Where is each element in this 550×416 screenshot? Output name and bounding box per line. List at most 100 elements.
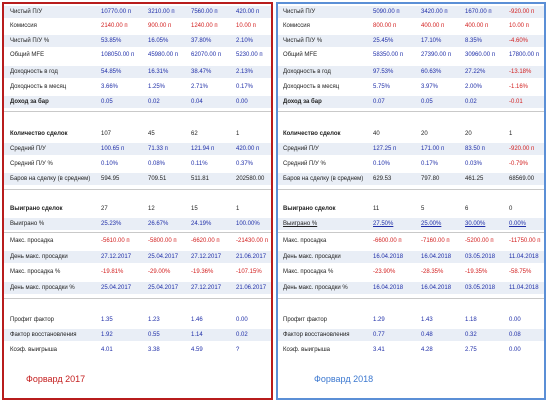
table-row: Средний П/У 127.25 п 171.00 п 83.50 п -920.0… [278,143,544,155]
table-cell: 40 [373,131,380,137]
row-label: Фактор восстановления [10,332,77,338]
table-cell: 420.00 п [236,146,260,152]
row-label: Доходность в год [10,69,58,75]
panel-forward-2017: Чистый П/У 10770.00 п 3210.00 п 7560.00 п 42… [2,2,273,400]
row-label: Чистый П/У [10,9,43,15]
table-row: День макс. просадки % 25.04.2017 25.04.201… [4,282,271,294]
table-row: Выиграно % 25.23% 26.67% 24.19% 100.00% [4,218,271,230]
table-row: Выиграно сделок 27 12 15 1 [4,203,271,215]
table-cell: -5200.00 п [465,238,494,244]
row-label: Количество сделок [10,131,68,137]
table-cell: 0.10% [101,161,119,167]
table-cell: 2.75 [465,347,477,353]
row-divider [4,298,271,299]
table-row: Чистый П/У 10770.00 п 3210.00 п 7560.00 п 42… [4,6,271,18]
table-row: Комиссия 2140.00 п 900.00 п 1240.00 п 10.00 … [4,20,271,32]
table-cell: 1240.00 п [191,23,218,29]
table-cell: 5 [421,206,425,212]
table-row: Баров на сделку (в среднем) 629.53 797.80 4… [278,173,544,185]
table-cell: 26.67% [148,221,169,227]
table-cell: -920.00 п [509,9,535,15]
table-row [278,112,544,124]
row-divider [278,298,544,299]
row-label: Макс. просадка [283,238,327,244]
table-cell: 0.37% [236,161,254,167]
table-cell: 629.53 [373,176,392,182]
table-cell: 1.43 [421,317,433,323]
table-cell: 594.95 [101,176,120,182]
row-divider [278,189,544,190]
table-cell: 16.04.2018 [421,254,452,260]
table-row [278,300,544,312]
table-cell: 1 [509,131,513,137]
table-cell: 0.11% [191,161,208,167]
table-row [4,112,271,124]
table-cell: -21430.00 п [236,238,268,244]
table-cell: 11.04.2018 [509,254,539,260]
row-label: Выиграно % [283,221,318,227]
table-row: Выиграно сделок 11 5 6 0 [278,203,544,215]
table-row: День макс. просадки 16.04.2018 16.04.2018 0… [278,251,544,263]
table-cell: 0.17% [236,84,254,90]
row-label: Общий MFE [283,52,318,58]
table-row: Макс. просадка -6600.00 п -7160.00 п -5200.… [278,235,544,247]
table-cell: 21.06.2017 [236,285,267,291]
table-cell: 3.41 [373,347,385,353]
table-row: Профит фактор 1.35 1.23 1.46 0.00 [4,314,271,326]
table-cell: 4.01 [101,347,113,353]
row-label: Фактор восстановления [283,332,350,338]
table-cell: 400.00 п [421,23,445,29]
row-label: Средний П/У [283,146,319,152]
table-cell: -7160.00 п [421,238,450,244]
row-label: Коэф. выигрыша [10,347,58,353]
table-cell: -29.00% [148,269,171,275]
footer-label-2018: Форвард 2018 [314,374,374,384]
table-row: Доходность в год 97.53% 60.63% 27.22% -13.18… [278,66,544,78]
table-cell: 1.46 [191,317,203,323]
table-row: Коэф. выигрыша 4.01 3.38 4.59? [4,344,271,356]
table-cell: 03.05.2018 [465,254,496,260]
table-cell: 20 [465,131,472,137]
table-cell: 2.71% [191,84,209,90]
table-cell: -11750.00 п [509,238,541,244]
table-cell: 60.63% [421,69,442,75]
row-label: День макс. просадки [283,254,341,260]
table-row: Комиссия 800.00 п 400.00 п 400.00 п 10.00 п [278,20,544,32]
table-cell: 7560.00 п [191,9,218,15]
table-cell: 0 [509,206,513,212]
table-cell: 3420.00 п [421,9,448,15]
table-cell: -0.79% [509,161,529,167]
table-cell: 0.04 [191,99,203,105]
row-label: Баров на сделку (в среднем) [283,176,364,182]
table-cell: 2.10% [236,38,254,44]
table-cell: 3.66% [101,84,119,90]
table-cell: 1670.00 п [465,9,492,15]
table-row: Баров на сделку (в среднем) 594.95 709.51 5… [4,173,271,185]
row-label: Общий MFE [10,52,45,58]
table-cell: -5800.00 п [148,238,177,244]
table-cell: 37.80% [191,38,212,44]
table-row [4,300,271,312]
table-cell: 1.35 [101,317,113,323]
row-label: Комиссия [10,23,37,29]
row-label: День макс. просадки % [283,285,348,291]
table-cell: 16.04.2018 [373,254,404,260]
table-cell: 11.04.2018 [509,285,539,291]
table-cell: 1.18 [465,317,477,323]
table-cell: -107.15% [236,269,262,275]
footer-label-2017: Форвард 2017 [26,374,86,384]
table-cell: 17800.00 п [509,52,539,58]
table-cell: 797.80 [421,176,440,182]
table-cell: 25.00% [421,221,442,227]
table-cell: -0.01 [509,99,523,105]
table-row: Профит фактор 1.29 1.43 1.18 0.00 [278,314,544,326]
table-cell: 97.53% [373,69,394,75]
table-cell: 2.13% [236,69,254,75]
row-label: Баров на сделку (в среднем) [10,176,91,182]
row-label: Макс. просадка [10,238,54,244]
table-cell: 2140.00 п [101,23,128,29]
table-cell: 25.04.2017 [101,285,132,291]
table-cell: 171.00 п [421,146,445,152]
table-row: Макс. просадка % -23.90% -28.35% -19.35% -58… [278,266,544,278]
row-label: День макс. просадки [10,254,68,260]
